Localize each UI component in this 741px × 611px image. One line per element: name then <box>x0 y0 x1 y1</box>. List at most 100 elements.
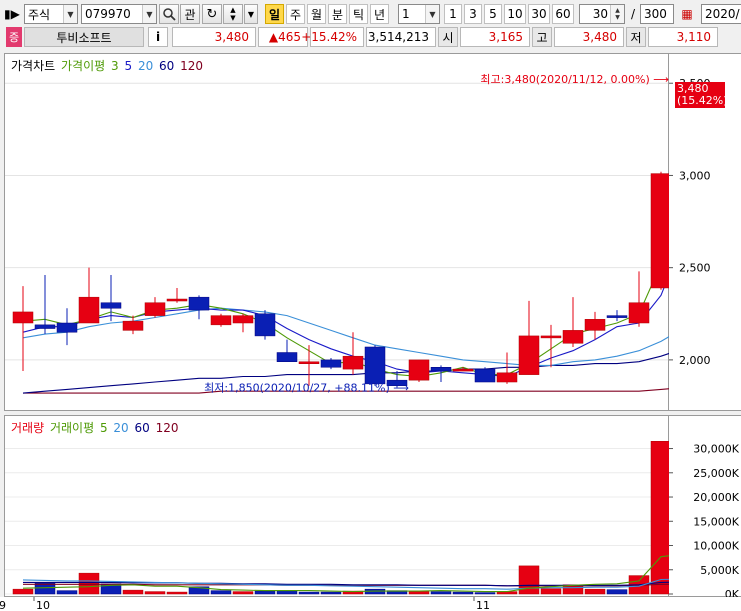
volume-tick-label-6: 30,000K <box>693 443 739 456</box>
code-input[interactable]: 079970 ▼ <box>81 4 157 24</box>
arrow-up-icon: ▲ <box>230 6 236 14</box>
volume-bar-9 <box>210 590 232 595</box>
volume-chart-panel[interactable]: 거래량 거래이평 5 20 60 120 <box>4 415 694 597</box>
interval-select[interactable]: 1 ▼ <box>398 4 440 24</box>
volume-bar-3 <box>78 572 100 595</box>
interval-button-30[interactable]: 30 <box>528 4 550 24</box>
volume-value: 3,514,213 <box>366 27 436 47</box>
market-badge: 증 <box>6 27 22 47</box>
legend-ma120: 120 <box>180 59 204 73</box>
period-button-4[interactable]: 틱 <box>349 4 368 24</box>
volume-tick-label-3: 15,000K <box>693 515 739 528</box>
info-button[interactable]: i <box>148 27 168 47</box>
period-button-5[interactable]: 년 <box>370 4 389 24</box>
interest-button[interactable]: 관 <box>180 4 200 24</box>
legend-ma5: 5 <box>124 59 133 73</box>
chevron-down-icon[interactable]: ▼ <box>425 5 439 23</box>
interval-button-5[interactable]: 5 <box>484 4 502 24</box>
search-button[interactable] <box>159 4 179 24</box>
volume-bar-24 <box>540 588 562 595</box>
chevron-down-icon[interactable]: ▼ <box>63 5 77 23</box>
count-input[interactable]: 30 ▲ ▼ <box>579 4 625 24</box>
candle-body-7 <box>166 298 188 302</box>
current-price-tag: 3,480 (15.42%) <box>675 82 728 108</box>
volume-bar-6 <box>144 591 166 595</box>
date-tick-label-0: 09 <box>0 599 6 611</box>
candle-body-0 <box>12 311 34 324</box>
candle-body-19 <box>430 367 452 372</box>
interval-button-group: 1 3 5 10 30 60 <box>444 4 574 24</box>
refresh-button[interactable]: ↻ <box>202 4 222 24</box>
volume-bar-10 <box>232 591 254 595</box>
date-axis-svg: 09 10 11 <box>0 597 490 611</box>
interval-select-value: 1 <box>402 7 410 21</box>
candle-body-27 <box>606 315 628 318</box>
period-button-3[interactable]: 분 <box>328 4 347 24</box>
quote-bar: 증 투비소프트 i 3,480 ▲465 +15.42% 3,514,213 시… <box>0 27 741 49</box>
legend-vma120: 120 <box>155 421 179 435</box>
date-input-value: 2020/ <box>705 7 740 21</box>
candle-body-1 <box>34 324 56 329</box>
volume-bar-29 <box>650 441 672 595</box>
interval-button-60[interactable]: 60 <box>552 4 574 24</box>
settings-icon[interactable]: ▦ <box>677 4 697 24</box>
low-marker-label: 최저:1,850(2020/10/27, +88.11%) ⟶ <box>204 382 409 395</box>
panel-toggle-icon[interactable]: ▮▶ <box>4 4 22 24</box>
interval-button-1[interactable]: 1 <box>444 4 462 24</box>
candle-body-10 <box>232 315 254 324</box>
period-button-0[interactable]: 일 <box>265 4 284 24</box>
candle-body-24 <box>540 335 562 339</box>
high-marker-label: 최고:3,480(2020/11/12, 0.00%) ⟶ <box>480 73 669 86</box>
period-button-2[interactable]: 월 <box>307 4 326 24</box>
volume-axis-svg: 0K5,000K10,000K15,000K20,000K25,000K30,0… <box>669 443 740 601</box>
date-tick-label-1: 10 <box>36 599 50 611</box>
market-select[interactable]: 주식 ▼ <box>24 4 78 24</box>
arrow-down-icon: ▼ <box>230 14 236 22</box>
price-ma-legend-title: 가격이평 <box>61 59 106 73</box>
candle-body-8 <box>188 296 210 311</box>
volume-bar-21 <box>474 592 496 595</box>
current-price-tag-pct: (15.42%) <box>677 94 728 107</box>
price-tick-label-0: 2,000 <box>679 354 711 367</box>
total-input[interactable]: 300 <box>640 4 674 24</box>
volume-bar-19 <box>430 591 452 595</box>
price-axis[interactable]: 2,0002,5003,0003,500 3,480 (15.42%) <box>669 53 741 411</box>
volume-ma-legend-title: 거래이평 <box>49 421 95 435</box>
chevron-down-icon: ▼ <box>247 9 255 19</box>
legend-ma3: 3 <box>111 59 119 73</box>
candle-body-3 <box>78 296 100 324</box>
candle-body-28 <box>628 302 650 324</box>
candle-body-2 <box>56 322 78 333</box>
candle-body-9 <box>210 315 232 326</box>
volume-bar-2 <box>56 590 78 595</box>
volume-axis[interactable]: 0K 5,000K 10,000K 15,000K 20,000K 25,000K 30,0… <box>669 415 741 601</box>
period-button-1[interactable]: 주 <box>286 4 305 24</box>
stock-name[interactable]: 투비소프트 <box>24 27 144 47</box>
volume-tick-label-2: 10,000K <box>693 540 739 553</box>
period-button-group: 일주월분틱년 <box>265 4 390 24</box>
stepper-button[interactable]: ▲ ▼ <box>223 4 243 24</box>
volume-bar-13 <box>298 591 320 595</box>
open-value: 3,165 <box>460 27 530 47</box>
candle-body-18 <box>408 359 430 381</box>
candle-body-15 <box>342 355 364 370</box>
candle-body-12 <box>276 352 298 362</box>
interval-button-3[interactable]: 3 <box>464 4 482 24</box>
interval-button-10[interactable]: 10 <box>504 4 526 24</box>
chevron-down-icon[interactable]: ▼ <box>142 5 156 23</box>
volume-tick-label-4: 20,000K <box>693 491 739 504</box>
price-chart-panel[interactable]: 최고:3,480(2020/11/12, 0.00%) ⟶ 최저:1,850(20… <box>4 53 694 411</box>
count-input-value: 30 <box>592 7 608 21</box>
volume-chart-svg <box>5 441 694 595</box>
menu-button[interactable]: ▼ <box>244 4 258 24</box>
candle-body-4 <box>100 302 122 309</box>
market-select-value: 주식 <box>28 7 51 22</box>
date-axis[interactable]: 09 10 11 <box>0 597 741 611</box>
code-input-value: 079970 <box>85 7 131 21</box>
open-label: 시 <box>438 27 458 47</box>
volume-bar-11 <box>254 590 276 595</box>
date-input[interactable]: 2020/ <box>701 4 741 24</box>
spin-icon[interactable]: ▲ ▼ <box>610 5 624 23</box>
current-price: 3,480 <box>172 27 256 47</box>
price-tick-label-2: 3,000 <box>679 169 711 182</box>
